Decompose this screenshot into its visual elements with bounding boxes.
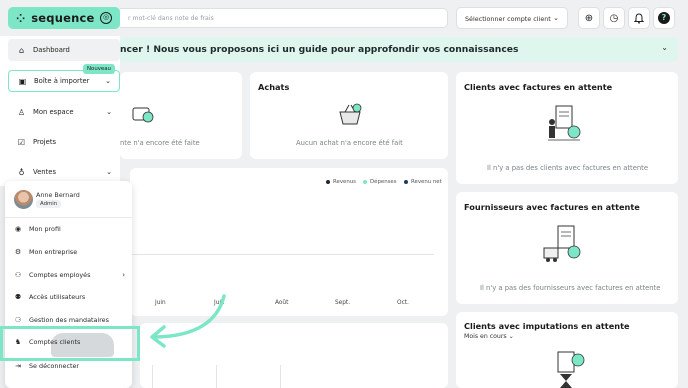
sidebar-item-label: Boîte à importer — [34, 77, 90, 85]
menu-divider — [5, 217, 132, 218]
search-input[interactable]: r mot-clé dans note de frais — [120, 8, 448, 28]
menu-item-mon-profil[interactable]: ◉ Mon profil — [13, 221, 129, 237]
menu-item-label: Se déconnecter — [29, 362, 80, 370]
invoice-person-illustration-icon — [548, 105, 581, 141]
avatar — [14, 190, 33, 209]
money-bag-icon: ♁ — [18, 167, 25, 177]
guide-banner[interactable]: ncer ! Nous vous proposons ici un guide … — [120, 37, 678, 62]
client-select-label: Sélectionner compte client — [465, 15, 551, 23]
grid-line — [152, 365, 153, 388]
sidebar-item-projets[interactable]: ☑ Projets — [8, 131, 120, 153]
clients-pending-card: Clients avec factures en attente Il n'y … — [456, 72, 678, 184]
suppliers-pending-card: Fournisseurs avec factures en attente Il… — [456, 192, 678, 304]
user-circle-icon: ◉ — [14, 225, 22, 233]
new-badge: Nouveau — [83, 64, 115, 74]
banner-text: ncer ! Nous vous proposons ici un guide … — [120, 44, 519, 55]
chevron-down-icon: ⌄ — [508, 333, 514, 340]
suppliers-pending-empty-text: Il n'y a pas des fournisseurs avec factu… — [480, 284, 661, 292]
client-select[interactable]: Sélectionner compte client ⌄ — [456, 7, 568, 29]
role-badge: Admin — [36, 200, 62, 208]
grid-line — [216, 365, 217, 388]
sidebar-item-label: Mon espace — [33, 108, 74, 116]
month-label: Oct. — [397, 300, 409, 306]
pointer-arrow-icon — [150, 294, 226, 348]
chevron-down-icon: ⌄ — [106, 108, 112, 116]
clients-imputations-card: Clients avec imputations en attente Mois… — [456, 312, 678, 388]
suppliers-pending-title: Fournisseurs avec factures en attente — [464, 202, 640, 212]
sidebar-item-label: Dashboard — [33, 46, 70, 54]
home-icon: ⌂ — [18, 45, 25, 55]
chevron-down-icon: ⌄ — [106, 168, 112, 176]
chevron-right-icon: › — [122, 271, 125, 279]
menu-item-label: Mon profil — [29, 225, 61, 233]
sidebar-item-label: Projets — [33, 138, 57, 146]
sidebar-item-mon-espace[interactable]: ♙ Mon espace ⌄ — [8, 101, 120, 123]
period-select[interactable]: Mois en cours ⌄ — [464, 333, 514, 340]
chevron-down-icon: ⌄ — [105, 77, 111, 85]
brand-badge-icon: ◎ — [100, 12, 112, 24]
users-icon: ⚇ — [14, 271, 22, 279]
clients-pending-title: Clients avec factures en attente — [464, 82, 613, 92]
legend-revenus: Revenus — [326, 179, 356, 185]
check-square-icon: ☑ — [17, 137, 26, 147]
menu-item-mon-entreprise[interactable]: ⚙ Mon entreprise — [13, 244, 129, 260]
brand-logo[interactable]: ⁘ sequence ◎ — [8, 7, 120, 29]
legend-dot — [404, 180, 408, 184]
add-circle-icon: ⊕ — [584, 12, 594, 24]
legend-dot — [363, 180, 367, 184]
menu-item-label: Comptes employés — [29, 271, 91, 279]
hourglass-invoice-illustration-icon — [557, 351, 585, 388]
delegates-icon: ⚆ — [14, 316, 22, 324]
menu-item-comptes-employes[interactable]: ⚇ Comptes employés › — [13, 267, 129, 283]
sidebar-item-dashboard[interactable]: ⌂ Dashboard — [8, 39, 120, 61]
sales-empty-text: nte n'a encore été faite — [120, 139, 200, 147]
legend-revenu-net: Revenu net — [404, 179, 442, 185]
invoice-delivery-illustration-icon — [543, 225, 581, 262]
logout-icon: ⇥ — [15, 362, 21, 370]
menu-item-label: Gestion des mandataires — [29, 316, 109, 324]
legend-dot — [326, 180, 330, 184]
bell-icon — [634, 12, 644, 24]
month-label: Août — [275, 300, 289, 306]
purchases-empty-text: Aucun achat n'a encore été fait — [296, 139, 403, 147]
legend-label: Revenu net — [411, 179, 442, 185]
sidebar-item-ventes[interactable]: ♁ Ventes ⌄ — [8, 161, 120, 183]
grid-line — [280, 365, 281, 388]
user-icon: ♙ — [17, 107, 26, 117]
help-button[interactable]: ? — [653, 7, 675, 29]
add-button[interactable]: ⊕ — [578, 7, 600, 29]
notifications-button[interactable] — [628, 7, 650, 29]
gear-icon: ⚙ — [14, 248, 22, 256]
clients-pending-empty-text: Il n'y a pas des clients avec factures e… — [487, 164, 649, 172]
purchases-card: Achats Aucun achat n'a encore été fait — [250, 72, 448, 159]
highlight-frame — [0, 326, 140, 361]
clients-imputations-title: Clients avec imputations en attente — [464, 321, 630, 331]
inbox-icon: ▣ — [18, 76, 27, 86]
legend-label: Revenus — [333, 179, 356, 185]
sales-illustration-icon — [132, 107, 154, 123]
sales-card: nte n'a encore été faite — [120, 72, 242, 159]
brand-mark-icon: ⁘ — [16, 11, 26, 25]
user-name: Anne Bernard — [36, 191, 80, 199]
top-bar: ⁘ sequence ◎ r mot-clé dans note de frai… — [0, 0, 688, 36]
brand-name: sequence — [31, 11, 95, 25]
menu-item-label: Accès utilisateurs — [29, 293, 86, 301]
legend-depenses: Dépenses — [363, 179, 397, 185]
chevron-down-icon: ⌄ — [553, 14, 559, 22]
help-icon: ? — [658, 12, 670, 24]
sidebar-item-label: Ventes — [33, 168, 56, 176]
shopping-basket-icon — [339, 103, 362, 125]
menu-item-label: Mon entreprise — [29, 248, 78, 256]
user-access-icon: ⚉ — [14, 293, 22, 301]
month-label: Sept. — [335, 300, 351, 306]
menu-item-acces-utilisateurs[interactable]: ⚉ Accès utilisateurs — [13, 289, 129, 305]
period-label: Mois en cours — [464, 333, 507, 340]
chart-baseline — [130, 254, 434, 255]
legend-label: Dépenses — [370, 179, 397, 185]
chevron-down-icon[interactable]: ⌄ — [661, 43, 668, 52]
history-button[interactable]: ◷ — [603, 7, 625, 29]
purchases-title: Achats — [258, 82, 290, 92]
clock-icon: ◷ — [609, 12, 619, 24]
